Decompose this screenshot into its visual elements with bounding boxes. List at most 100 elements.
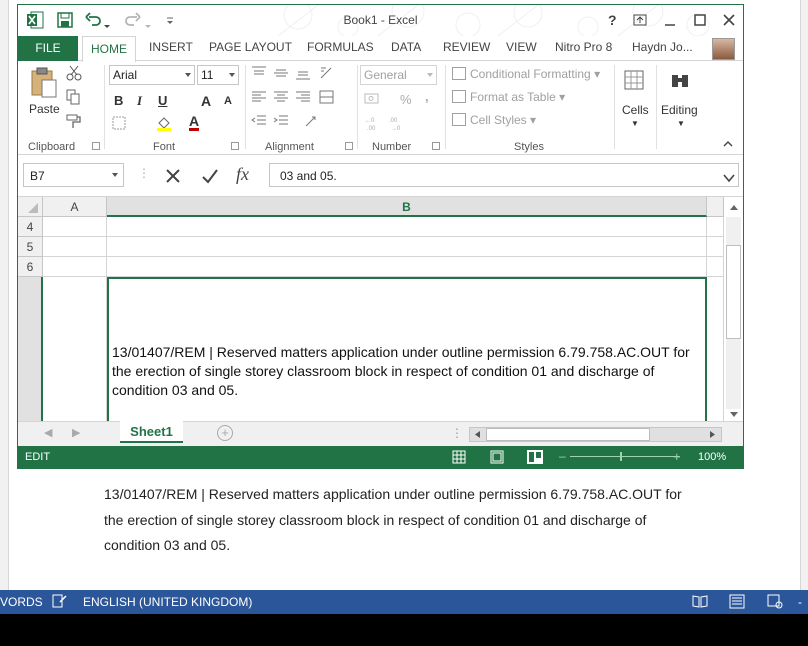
- font-name-select[interactable]: Arial: [109, 65, 195, 85]
- tab-review[interactable]: REVIEW: [443, 40, 490, 54]
- align-bottom-icon[interactable]: [294, 65, 312, 81]
- align-top-icon[interactable]: [250, 65, 268, 81]
- copy-icon[interactable]: [65, 89, 83, 105]
- bold-button[interactable]: B: [114, 93, 123, 108]
- cell-c5[interactable]: [707, 237, 724, 257]
- zoom-out-button[interactable]: -: [798, 595, 802, 609]
- cell-b5[interactable]: [107, 237, 707, 257]
- align-middle-icon[interactable]: [272, 65, 290, 81]
- minimize-icon[interactable]: [662, 12, 678, 28]
- cells-icon[interactable]: [623, 69, 645, 91]
- enter-check-icon[interactable]: [200, 166, 220, 186]
- percent-button[interactable]: %: [400, 92, 412, 107]
- increase-decimal-icon[interactable]: ←0.00: [364, 115, 382, 131]
- cells-button-label[interactable]: Cells: [622, 103, 649, 117]
- proofing-icon[interactable]: [51, 593, 67, 609]
- row-header-6[interactable]: 6: [18, 257, 43, 277]
- cell-styles-button[interactable]: Cell Styles ▾: [452, 113, 536, 127]
- user-name[interactable]: Haydn Jo...: [632, 40, 693, 54]
- cell-b7-text[interactable]: 13/01407/REM | Reserved matters applicat…: [112, 343, 706, 400]
- cells-dropdown-icon[interactable]: ▼: [631, 119, 639, 128]
- conditional-formatting-button[interactable]: Conditional Formatting ▾: [452, 67, 600, 81]
- row-header-4[interactable]: 4: [18, 217, 43, 237]
- italic-button[interactable]: I: [137, 93, 142, 109]
- accounting-format-icon[interactable]: [364, 91, 382, 107]
- paste-icon[interactable]: [30, 67, 58, 99]
- zoom-out-icon[interactable]: –: [559, 449, 566, 463]
- expand-formula-bar-icon[interactable]: [723, 173, 735, 183]
- hscroll-thumb[interactable]: [486, 428, 650, 441]
- name-box[interactable]: B7: [23, 163, 124, 187]
- clipboard-launcher-icon[interactable]: [92, 142, 100, 150]
- column-header-a[interactable]: A: [43, 197, 107, 217]
- vertical-scrollbar[interactable]: [724, 197, 743, 421]
- orientation-angle-icon[interactable]: [302, 113, 320, 129]
- cancel-icon[interactable]: [163, 166, 183, 186]
- select-all-button[interactable]: [18, 197, 43, 217]
- font-color-button[interactable]: A: [189, 114, 200, 131]
- help-button[interactable]: ?: [608, 12, 617, 28]
- tab-home[interactable]: HOME: [82, 36, 136, 62]
- cell-c6[interactable]: [707, 257, 724, 277]
- language-indicator[interactable]: ENGLISH (UNITED KINGDOM): [83, 595, 252, 609]
- next-sheet-icon[interactable]: ▶: [72, 426, 80, 439]
- underline-button[interactable]: U: [158, 93, 167, 108]
- page-break-view-icon[interactable]: [527, 450, 543, 464]
- font-size-select[interactable]: 11: [197, 65, 239, 85]
- paste-button-label[interactable]: Paste: [29, 102, 60, 116]
- tab-page-layout[interactable]: PAGE LAYOUT: [209, 40, 292, 54]
- worksheet-grid[interactable]: A B 4 5 6 13/01407/REM | Reserved matter…: [18, 197, 743, 421]
- web-layout-icon[interactable]: [767, 594, 783, 609]
- number-launcher-icon[interactable]: [432, 142, 440, 150]
- zoom-in-icon[interactable]: +: [673, 449, 681, 464]
- prev-sheet-icon[interactable]: ◀: [44, 426, 52, 439]
- tab-formulas[interactable]: FORMULAS: [307, 40, 374, 54]
- column-header-c[interactable]: [707, 197, 724, 217]
- shrink-font-button[interactable]: A: [224, 95, 232, 107]
- number-format-select[interactable]: General: [360, 65, 437, 85]
- cell-a4[interactable]: [43, 217, 107, 237]
- zoom-level[interactable]: 100%: [698, 451, 726, 463]
- collapse-ribbon-icon[interactable]: [722, 139, 734, 149]
- page-layout-view-icon[interactable]: [490, 450, 504, 464]
- borders-icon[interactable]: [111, 115, 129, 131]
- word-count[interactable]: VORDS: [0, 595, 43, 609]
- grow-font-button[interactable]: A: [201, 93, 211, 109]
- format-as-table-button[interactable]: Format as Table ▾: [452, 90, 565, 104]
- cell-c4[interactable]: [707, 217, 724, 237]
- fill-color-icon[interactable]: [155, 115, 173, 131]
- cell-c7[interactable]: [707, 277, 724, 421]
- format-painter-icon[interactable]: [65, 113, 83, 129]
- tab-view[interactable]: VIEW: [506, 40, 537, 54]
- cut-icon[interactable]: [65, 65, 83, 81]
- tab-data[interactable]: DATA: [391, 40, 421, 54]
- active-cell-b7[interactable]: 13/01407/REM | Reserved matters applicat…: [107, 277, 707, 421]
- scroll-up-icon[interactable]: [729, 203, 739, 211]
- tab-file[interactable]: FILE: [18, 36, 78, 61]
- alignment-launcher-icon[interactable]: [345, 142, 353, 150]
- sheet-tab-sheet1[interactable]: Sheet1: [120, 421, 183, 443]
- tab-insert[interactable]: INSERT: [149, 40, 193, 54]
- close-icon[interactable]: [721, 12, 737, 28]
- horizontal-scrollbar[interactable]: [469, 427, 722, 442]
- align-right-icon[interactable]: [294, 89, 312, 105]
- add-sheet-button[interactable]: +: [217, 425, 233, 441]
- increase-indent-icon[interactable]: [272, 113, 290, 129]
- cell-a5[interactable]: [43, 237, 107, 257]
- cell-b6[interactable]: [107, 257, 707, 277]
- decrease-decimal-icon[interactable]: .00→0: [388, 115, 406, 131]
- insert-function-button[interactable]: fx: [236, 164, 249, 185]
- wrap-text-icon[interactable]: [318, 89, 336, 105]
- editing-dropdown-icon[interactable]: ▼: [677, 119, 685, 128]
- avatar[interactable]: [712, 38, 735, 60]
- font-launcher-icon[interactable]: [231, 142, 239, 150]
- word-body-text[interactable]: 13/01407/REM | Reserved matters applicat…: [104, 482, 704, 559]
- editing-button-label[interactable]: Editing: [661, 103, 698, 117]
- read-mode-icon[interactable]: [692, 594, 708, 609]
- maximize-icon[interactable]: [692, 12, 708, 28]
- binoculars-icon[interactable]: [669, 69, 691, 91]
- comma-button[interactable]: ,: [425, 89, 429, 104]
- print-layout-icon[interactable]: [729, 594, 745, 609]
- ribbon-display-icon[interactable]: [632, 12, 648, 28]
- orientation-icon[interactable]: [318, 65, 336, 81]
